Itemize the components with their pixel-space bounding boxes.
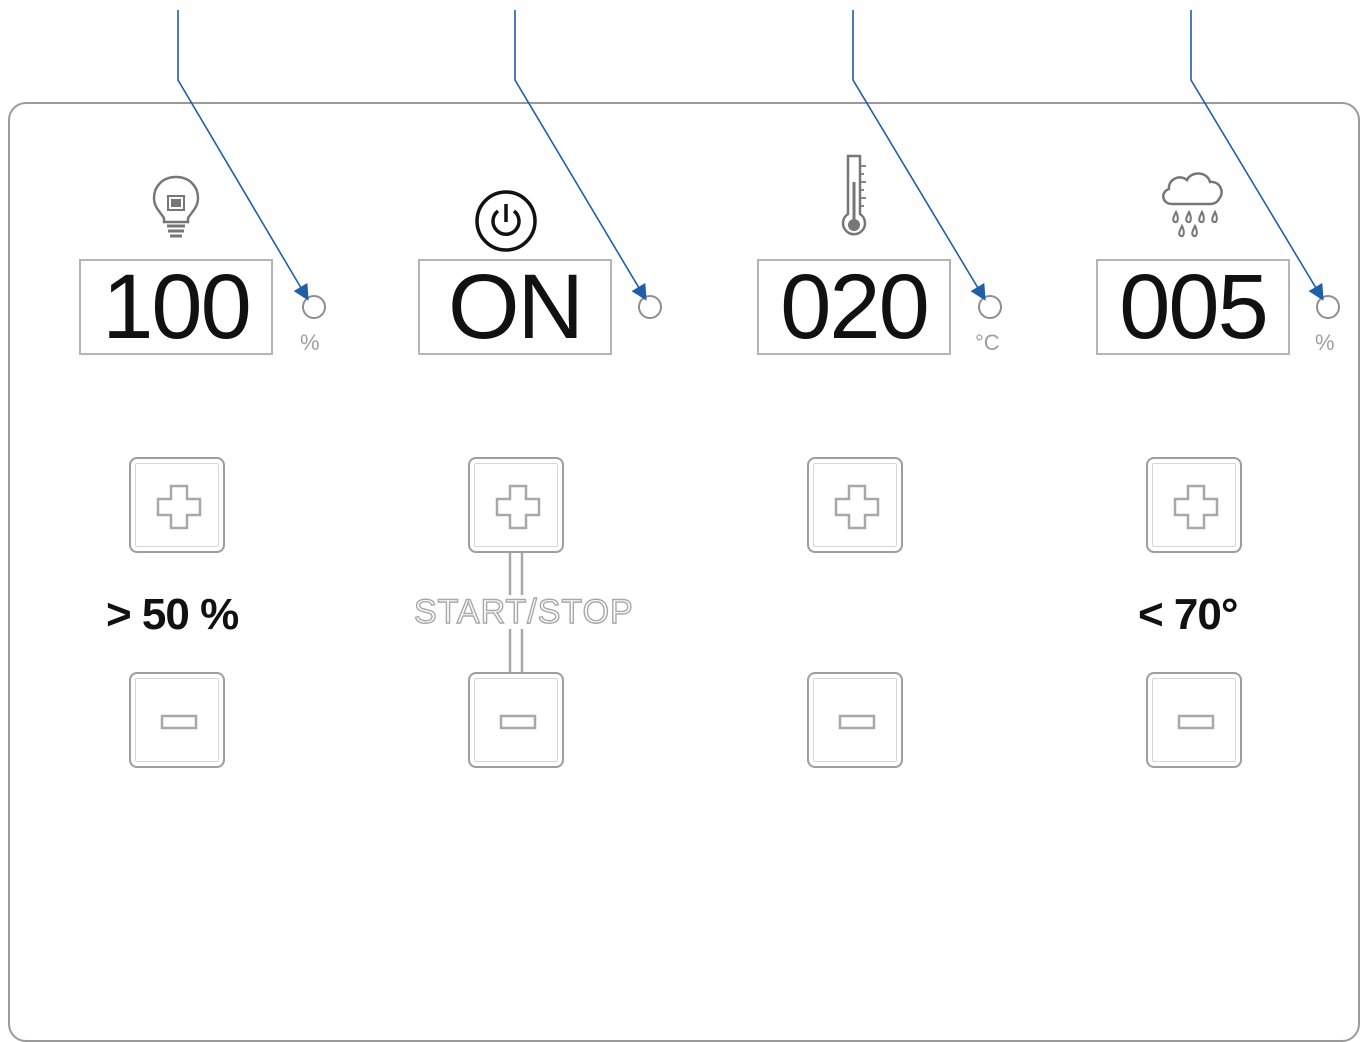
leader-line-rain	[1190, 10, 1324, 301]
leader-line-brightness	[177, 10, 309, 301]
leader-line-power	[514, 10, 647, 301]
leader-line-temperature	[852, 10, 986, 301]
leader-lines	[177, 10, 1324, 301]
control-panel-diagram: 100 % > 50 % ON START/STOP 020 °C 005 % …	[0, 0, 1368, 1042]
